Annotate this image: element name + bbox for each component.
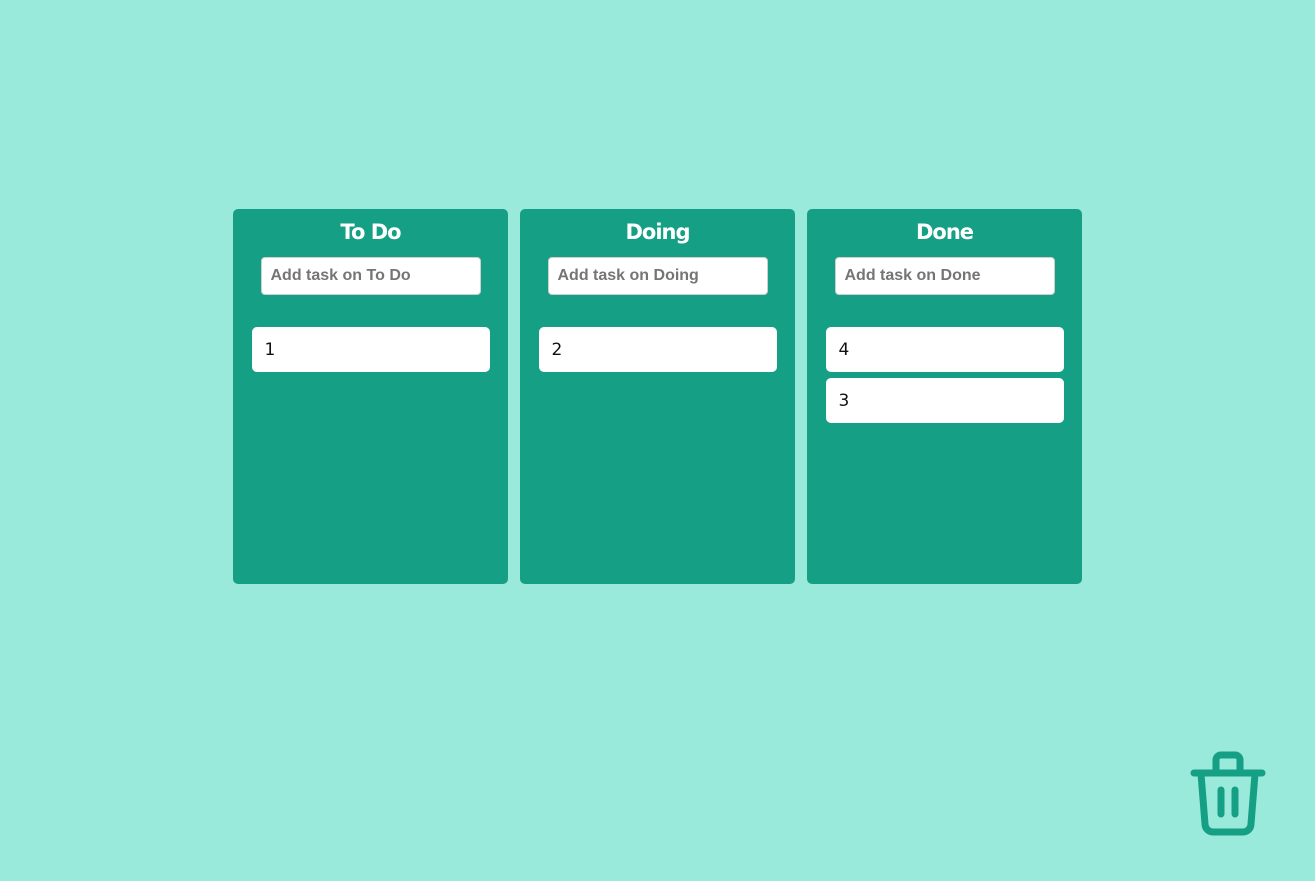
column-title: Doing: [625, 220, 690, 244]
column-todo: To Do 1: [233, 209, 508, 584]
task-card[interactable]: 1: [251, 327, 490, 372]
task-list-todo: 1: [251, 327, 490, 372]
task-list-done: 4 3: [825, 327, 1064, 423]
column-title: Done: [915, 220, 974, 244]
task-card[interactable]: 2: [538, 327, 777, 372]
task-card[interactable]: 4: [825, 327, 1064, 372]
column-done: Done 4 3: [807, 209, 1082, 584]
add-task-input-doing[interactable]: [547, 257, 768, 295]
task-card[interactable]: 3: [825, 378, 1064, 423]
kanban-board: To Do 1 Doing 2 Done 4 3: [233, 209, 1082, 584]
column-doing: Doing 2: [520, 209, 795, 584]
add-task-input-done[interactable]: [834, 257, 1055, 295]
task-list-doing: 2: [538, 327, 777, 372]
column-title: To Do: [340, 220, 401, 244]
add-task-input-todo[interactable]: [260, 257, 481, 295]
trash-icon: [1190, 751, 1266, 836]
trash-drop-zone[interactable]: [1188, 750, 1268, 840]
